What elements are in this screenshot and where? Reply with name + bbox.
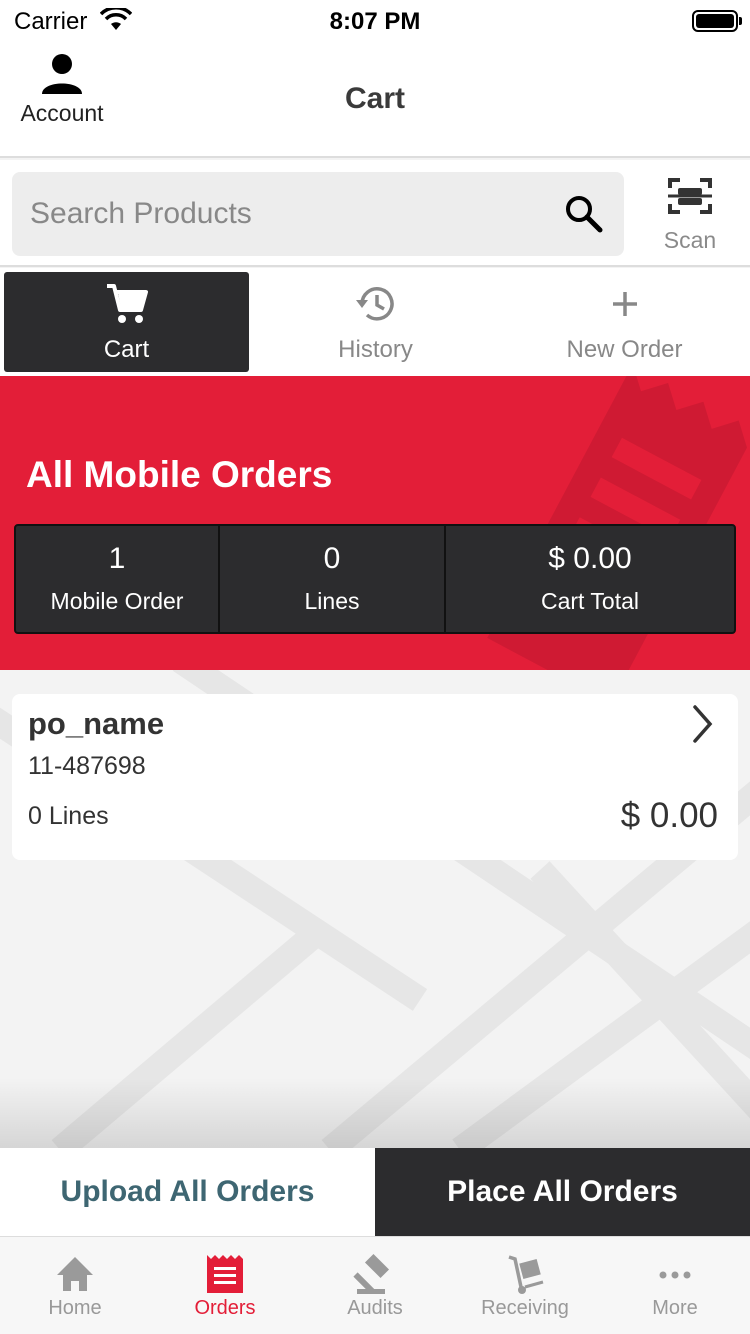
plus-icon <box>612 292 637 316</box>
bottom-nav: Home Orders Audits Receiving More <box>0 1236 750 1334</box>
tab-new-order-label: New Order <box>566 336 683 363</box>
tab-history-label: History <box>338 336 413 363</box>
search-bar: Scan <box>0 160 750 267</box>
nav-receiving-label: Receiving <box>481 1297 569 1319</box>
search-box <box>12 172 624 256</box>
stat-label: Lines <box>304 588 360 614</box>
stat-value: $ 0.00 <box>548 542 632 575</box>
nav-more-label: More <box>652 1297 698 1319</box>
tab-new-order[interactable]: New Order <box>502 272 747 372</box>
chevron-right-icon <box>693 705 713 743</box>
order-total: $ 0.00 <box>620 796 718 835</box>
place-all-orders-button[interactable]: Place All Orders <box>375 1148 750 1236</box>
stat-value: 1 <box>108 542 126 575</box>
banner-title: All Mobile Orders <box>26 454 333 495</box>
bottom-shadow <box>0 1078 750 1148</box>
search-icon[interactable] <box>564 194 604 234</box>
more-icon <box>659 1271 691 1279</box>
app-header: Account Cart <box>0 42 750 158</box>
stat-label: Cart Total <box>540 588 639 614</box>
battery-icon <box>692 10 742 32</box>
nav-receiving[interactable]: Receiving <box>450 1237 600 1334</box>
scan-button[interactable]: Scan <box>644 176 736 254</box>
order-card[interactable]: po_name 11-487698 0 Lines $ 0.00 <box>12 694 738 860</box>
nav-more[interactable]: More <box>600 1237 750 1334</box>
scan-label: Scan <box>663 227 717 253</box>
page-title: Cart <box>344 82 405 115</box>
tab-history[interactable]: History <box>253 272 498 372</box>
summary-stats: 1 Mobile Order 0 Lines $ 0.00 Cart Total <box>14 524 736 634</box>
tab-cart[interactable]: Cart <box>4 272 249 372</box>
orders-icon <box>207 1255 243 1293</box>
nav-orders-label: Orders <box>194 1297 256 1319</box>
hand-truck-icon <box>508 1255 544 1294</box>
scan-icon <box>668 178 712 214</box>
stat-mobile-orders: 1 Mobile Order <box>16 526 220 632</box>
search-input[interactable] <box>30 172 550 256</box>
order-lines: 0 Lines <box>28 802 109 830</box>
home-icon <box>57 1257 93 1291</box>
nav-home[interactable]: Home <box>0 1237 150 1334</box>
history-icon <box>355 287 394 321</box>
status-time: 8:07 PM <box>329 8 421 35</box>
upload-all-orders-button[interactable]: Upload All Orders <box>0 1148 375 1236</box>
tab-cart-label: Cart <box>103 336 150 363</box>
stat-label: Mobile Order <box>50 588 184 614</box>
tab-bar: Cart History New Order <box>0 268 750 376</box>
order-number: 11-487698 <box>28 752 146 780</box>
order-name: po_name <box>28 706 165 741</box>
status-bar: Carrier 8:07 PM <box>0 0 750 42</box>
nav-orders[interactable]: Orders <box>150 1237 300 1334</box>
stat-value: 0 <box>323 542 341 575</box>
cart-icon <box>106 284 148 323</box>
stat-lines: 0 Lines <box>220 526 446 632</box>
nav-home-label: Home <box>48 1297 102 1319</box>
gavel-icon <box>353 1253 390 1294</box>
stat-cart-total: $ 0.00 Cart Total <box>446 526 734 632</box>
orders-summary-banner: All Mobile Orders 1 Mobile Order 0 Lines… <box>0 376 750 670</box>
nav-audits-label: Audits <box>347 1297 403 1319</box>
order-actions: Upload All Orders Place All Orders <box>0 1148 750 1236</box>
nav-audits[interactable]: Audits <box>300 1237 450 1334</box>
